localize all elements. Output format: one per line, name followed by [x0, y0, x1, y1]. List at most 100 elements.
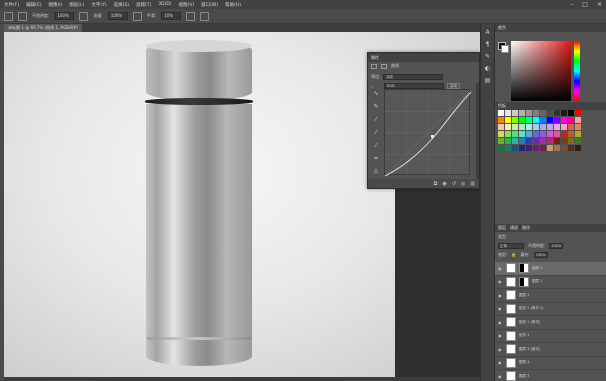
pressure-size-icon[interactable] [200, 11, 210, 21]
paragraph-icon[interactable]: ¶ [481, 41, 494, 48]
menu-item[interactable]: 视图(V) [179, 2, 195, 8]
brush-settings-icon[interactable] [18, 11, 27, 21]
color-swatch[interactable] [512, 138, 518, 144]
color-swatch[interactable] [519, 110, 525, 116]
curves-panel-header[interactable]: 属性 [368, 53, 479, 62]
color-swatch[interactable] [498, 138, 504, 144]
color-swatch[interactable] [505, 117, 511, 123]
color-swatch[interactable] [575, 117, 581, 123]
kind-filter-label[interactable]: 类型 [498, 234, 506, 240]
minimize-icon[interactable]: – [570, 1, 573, 8]
color-swatch[interactable] [540, 117, 546, 123]
layer-row[interactable]: ◉ 图层 4 (拷贝) [495, 343, 606, 357]
eye-icon[interactable]: ◉ [498, 293, 503, 298]
color-swatch[interactable] [575, 110, 581, 116]
mask-icon[interactable] [381, 63, 387, 69]
color-swatch[interactable] [554, 124, 560, 130]
color-swatch[interactable] [568, 131, 574, 137]
visibility-icon[interactable]: ◎ [461, 181, 465, 187]
color-swatch[interactable] [561, 138, 567, 144]
history-icon[interactable]: ▤ [481, 77, 494, 84]
tab-swatches[interactable]: 色板 [498, 103, 506, 109]
layer-fill-field[interactable]: 100% [533, 251, 548, 258]
layer-mask-thumbnail[interactable] [519, 263, 529, 274]
eye-icon[interactable]: ◉ [498, 266, 503, 271]
adjustment-icon[interactable] [371, 63, 377, 69]
gear-icon[interactable] [186, 11, 196, 21]
brush-icon[interactable]: ✎ [481, 53, 494, 60]
color-swatch[interactable] [561, 145, 567, 151]
color-swatch[interactable] [519, 131, 525, 137]
color-swatch[interactable] [554, 138, 560, 144]
color-swatch[interactable] [540, 124, 546, 130]
eye-icon[interactable]: ◉ [498, 347, 503, 352]
color-swatch[interactable] [512, 131, 518, 137]
color-swatch[interactable] [519, 145, 525, 151]
delete-icon[interactable]: ▥ [470, 181, 475, 187]
color-swatch[interactable] [561, 124, 567, 130]
clip-to-layer-icon[interactable]: ⧉ [434, 181, 438, 187]
color-swatch[interactable] [568, 138, 574, 144]
horizontal-scrollbar[interactable] [4, 377, 480, 381]
color-swatch[interactable] [561, 110, 567, 116]
eye-icon[interactable]: ◉ [498, 374, 503, 379]
menu-item[interactable]: 3D(D) [158, 2, 171, 7]
document-tab[interactable]: 未标题-1 @ 66.7% (曲线 1, RGB/8#) [4, 24, 82, 32]
color-swatch[interactable] [519, 117, 525, 123]
view-previous-icon[interactable]: ◉ [442, 181, 446, 187]
pressure-opacity-icon[interactable] [79, 11, 89, 21]
color-swatch[interactable] [554, 131, 560, 137]
eye-icon[interactable]: ◉ [498, 333, 503, 338]
opacity-field[interactable]: 100% [54, 12, 75, 20]
color-swatch[interactable] [512, 145, 518, 151]
color-swatch[interactable] [498, 117, 504, 123]
menu-item[interactable]: 文字(Y) [91, 2, 106, 8]
color-swatch[interactable] [533, 124, 539, 130]
layer-opacity-field[interactable]: 100% [549, 242, 564, 249]
layer-row[interactable]: ◉ 图层 3 [495, 370, 606, 381]
eye-icon[interactable]: ◉ [498, 360, 503, 365]
color-swatch[interactable] [526, 124, 532, 130]
color-swatch[interactable] [540, 138, 546, 144]
color-swatch[interactable] [533, 138, 539, 144]
color-swatch[interactable] [498, 124, 504, 130]
reset-icon[interactable]: ↺ [452, 181, 456, 187]
color-swatch[interactable] [519, 124, 525, 130]
color-swatch[interactable] [533, 131, 539, 137]
menu-item[interactable]: 帮助(H) [225, 2, 241, 8]
menu-item[interactable]: 选择(S) [114, 2, 129, 8]
curves-graph[interactable] [384, 89, 471, 176]
color-swatch[interactable] [554, 117, 560, 123]
layer-row[interactable]: ◉ 曲线 1 [495, 262, 606, 276]
smooth-field[interactable]: 10% [161, 12, 182, 20]
color-swatch[interactable] [498, 145, 504, 151]
color-swatch[interactable] [505, 145, 511, 151]
tab-channels[interactable]: 通道 [510, 225, 518, 231]
menu-item[interactable]: 窗口(W) [201, 2, 218, 8]
color-swatch[interactable] [575, 145, 581, 151]
color-swatch[interactable] [561, 117, 567, 123]
channel-hand-icon[interactable]: ☝ [371, 84, 381, 89]
layer-row[interactable]: ◉ 图层 2 [495, 289, 606, 303]
color-swatch[interactable] [575, 138, 581, 144]
tab-color[interactable]: 颜色 [498, 25, 506, 31]
menu-item[interactable]: 编辑(E) [26, 2, 41, 8]
close-icon[interactable]: ✕ [597, 1, 602, 8]
white-eyedropper-icon[interactable]: ⁄ [375, 143, 376, 149]
blend-mode-select[interactable]: 正常 [498, 242, 524, 249]
tab-paths[interactable]: 路径 [522, 225, 530, 231]
color-swatch[interactable] [561, 131, 567, 137]
color-swatch[interactable] [554, 110, 560, 116]
color-swatch[interactable] [554, 145, 560, 151]
color-swatch[interactable] [568, 124, 574, 130]
menu-item[interactable]: 文件(F) [4, 2, 19, 8]
color-swatch[interactable] [512, 110, 518, 116]
color-swatch[interactable] [526, 117, 532, 123]
color-swatch[interactable] [498, 131, 504, 137]
color-swatch[interactable] [568, 145, 574, 151]
maximize-icon[interactable]: □ [582, 1, 588, 8]
type-icon[interactable]: A [481, 29, 494, 36]
preset-select[interactable]: 自定 [383, 74, 444, 80]
layer-row[interactable]: ◉ 矩形 1 (拷贝 2) [495, 303, 606, 316]
background-color[interactable] [501, 45, 509, 53]
